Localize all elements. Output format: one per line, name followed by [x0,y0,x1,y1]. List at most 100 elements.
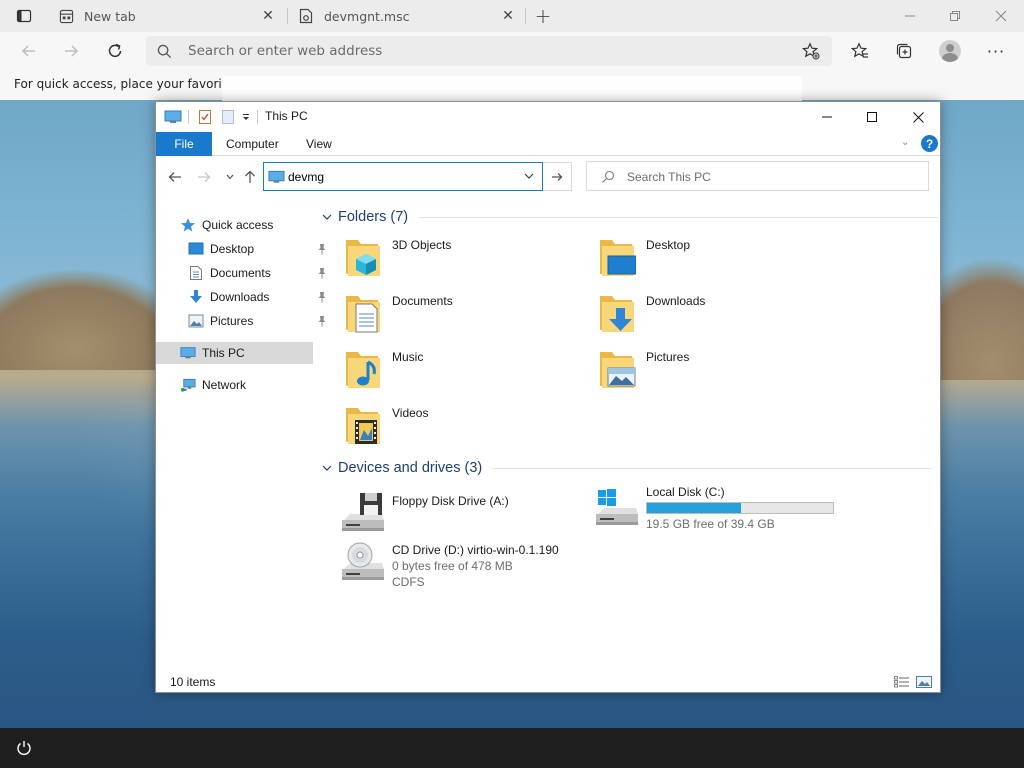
star-icon [180,217,196,233]
local-disk-icon [596,489,638,525]
nav-item-network[interactable]: Network [180,374,316,396]
recent-locations-button[interactable] [222,169,238,185]
back-button[interactable] [18,40,40,62]
drive-name: Local Disk (C:) [646,485,725,499]
pictures-icon [188,313,204,329]
folder-pictures[interactable]: Pictures [580,346,830,396]
desktop-folder-icon [600,240,636,276]
settings-more-icon[interactable]: ··· [985,40,1007,62]
drive-floppy-a[interactable]: Floppy Disk Drive (A:) [326,490,576,540]
drive-name: Floppy Disk Drive (A:) [392,494,509,508]
expand-ribbon-icon[interactable]: ⌄ [901,137,909,148]
status-bar: 10 items [156,672,940,694]
up-button[interactable] [242,169,258,185]
ribbon-tabs: File Computer View ⌄ ? [156,132,940,156]
nav-item-quick-access[interactable]: Quick access [180,214,316,236]
background-window-edge [222,76,802,102]
this-pc-small-icon [164,109,182,125]
tab-actions-icon [16,9,32,23]
drives-group-header[interactable]: Devices and drives (3) [322,457,933,479]
new-folder-icon[interactable] [221,109,235,125]
folders-group-header[interactable]: Folders (7) [322,206,939,228]
restore-icon[interactable] [945,6,965,26]
tab-computer[interactable]: Computer [226,132,279,156]
forward-button[interactable] [196,169,212,185]
go-button[interactable] [543,162,572,191]
folder-name: Pictures [646,350,690,364]
forward-arrow-icon [198,172,211,182]
details-view-button[interactable] [894,675,910,689]
drive-filesystem: CDFS [392,575,425,589]
nav-item-desktop[interactable]: Desktop [188,238,326,260]
properties-icon[interactable] [197,109,213,125]
window-title: This PC [265,109,308,123]
folder-documents[interactable]: Documents [326,290,576,340]
close-icon [912,111,924,123]
forward-button[interactable] [60,40,82,62]
minimize-icon[interactable] [900,6,920,26]
refresh-button[interactable] [104,40,126,62]
item-count: 10 items [170,675,216,689]
large-icons-view-button[interactable] [916,675,932,689]
new-tab-page-icon [58,8,74,24]
address-bar[interactable]: Search or enter web address [146,36,832,66]
file-explorer-window: This PC File Computer View ⌄ ? devmg Sea… [155,101,941,693]
nav-item-pictures[interactable]: Pictures [188,310,326,332]
tab-title: devmgnt.msc [324,8,410,24]
folder-3d-objects[interactable]: 3D Objects [326,234,576,284]
up-arrow-icon [245,170,255,183]
tab-new-tab[interactable]: New tab ✕ [58,0,276,32]
tab-actions-menu-button[interactable] [10,6,38,26]
nav-item-label: Network [202,378,247,392]
nav-item-label: Quick access [202,218,274,232]
nav-item-downloads[interactable]: Downloads [188,286,326,308]
search-icon [157,44,172,62]
chevron-down-icon[interactable] [524,171,534,182]
close-tab-icon[interactable]: ✕ [260,8,276,24]
back-arrow-icon [168,172,181,182]
new-tab-button[interactable]: + [532,4,554,28]
tab-view[interactable]: View [306,132,332,156]
floppy-drive-icon [342,493,384,531]
maximize-window-button[interactable] [849,102,895,132]
close-window-icon[interactable] [991,6,1011,26]
tab-title: New tab [84,8,136,24]
minimize-window-button[interactable] [804,102,850,132]
favorites-button[interactable] [849,40,871,62]
large-icons-view-icon [916,676,932,688]
back-button[interactable] [167,169,183,185]
address-row: devmg Search This PC [156,156,940,196]
add-favorite-icon[interactable] [801,42,820,63]
documents-folder-icon [346,296,380,333]
customize-qat-icon[interactable] [241,109,251,125]
folder-music[interactable]: Music [326,346,576,396]
address-value: devmg [288,170,325,184]
network-icon [180,377,196,393]
nav-item-this-pc[interactable]: This PC [156,342,313,364]
tab-file[interactable]: File [156,132,212,156]
collections-button[interactable] [893,40,915,62]
3d-objects-folder-icon [346,240,380,276]
profile-avatar-icon[interactable] [939,40,961,62]
drive-cd-d[interactable]: CD Drive (D:) virtio-win-0.1.190 0 bytes… [326,539,576,599]
folder-videos[interactable]: Videos [326,402,576,452]
drive-local-c[interactable]: Local Disk (C:) 19.5 GB free of 39.4 GB [580,484,834,534]
nav-item-label: Pictures [210,314,254,328]
navigation-pane: Quick access Desktop Documents Downloads [156,196,326,666]
nav-item-documents[interactable]: Documents [188,262,326,284]
wallpaper-hill [0,270,170,370]
power-icon[interactable] [14,738,34,758]
nav-item-label: Desktop [210,242,255,256]
help-icon[interactable]: ? [921,135,938,152]
tab-devmgnt[interactable]: devmgnt.msc ✕ [298,0,516,32]
qat-divider [257,110,258,124]
explorer-address-input[interactable]: devmg [263,162,543,191]
search-this-pc-input[interactable]: Search This PC [586,161,929,191]
nav-item-label: Documents [210,266,271,280]
file-icon [298,8,314,24]
folder-desktop[interactable]: Desktop [580,234,830,284]
folder-downloads[interactable]: Downloads [580,290,830,340]
close-tab-icon[interactable]: ✕ [500,8,516,24]
close-window-button[interactable] [895,102,941,132]
disk-usage-bar [646,502,834,514]
